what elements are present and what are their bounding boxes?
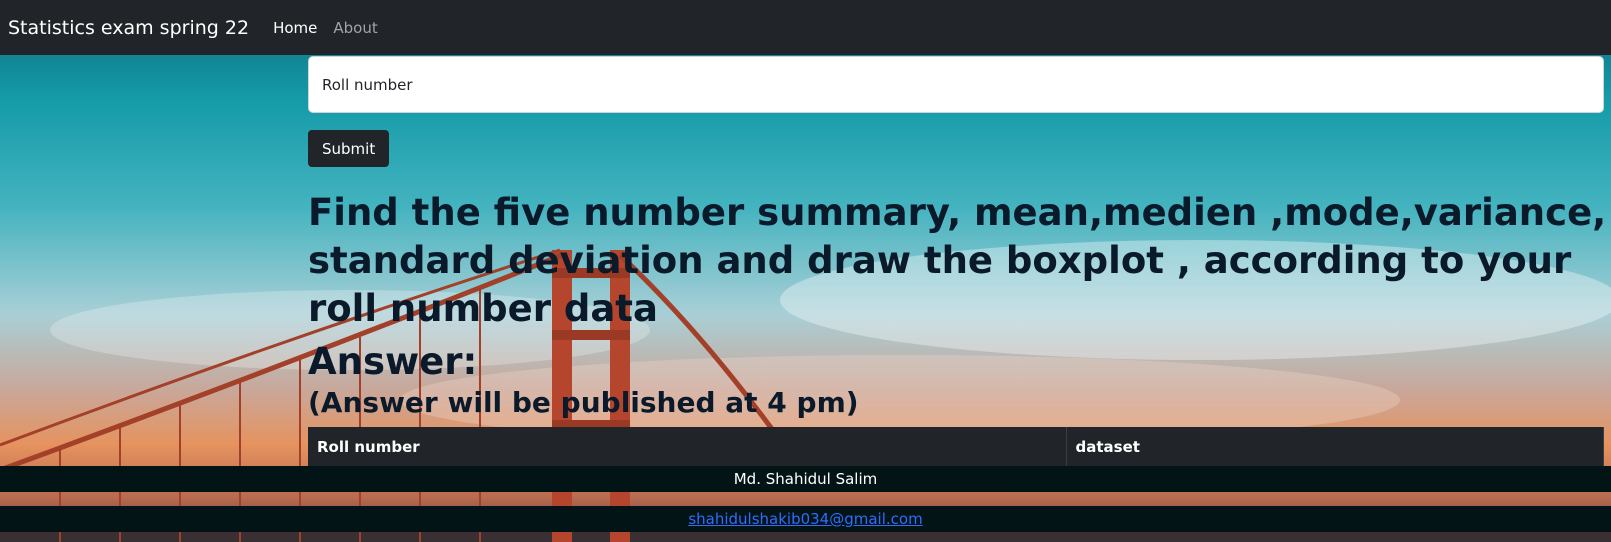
footer-email-band: shahidulshakib034@gmail.com — [0, 506, 1611, 532]
navbar: Statistics exam spring 22 Home About — [0, 0, 1611, 55]
submit-button[interactable]: Submit — [308, 130, 390, 167]
roll-number-input[interactable] — [308, 56, 1604, 113]
footer-author: Md. Shahidul Salim — [0, 466, 1611, 492]
column-header-dataset: dataset — [1066, 427, 1604, 468]
main-content: Submit Find the five number summary, mea… — [308, 56, 1606, 486]
table-header-row: Roll number dataset — [308, 427, 1604, 468]
column-header-roll-number: Roll number — [308, 427, 1067, 468]
footer-email-link[interactable]: shahidulshakib034@gmail.com — [688, 510, 922, 528]
answer-heading: Answer: — [308, 340, 478, 383]
nav-link-home[interactable]: Home — [273, 19, 317, 37]
navbar-brand[interactable]: Statistics exam spring 22 — [8, 17, 249, 39]
question-text: Find the five number summary, mean,medie… — [308, 191, 1607, 330]
nav-link-about[interactable]: About — [333, 19, 377, 37]
answer-note: (Answer will be published at 4 pm) — [308, 386, 859, 419]
